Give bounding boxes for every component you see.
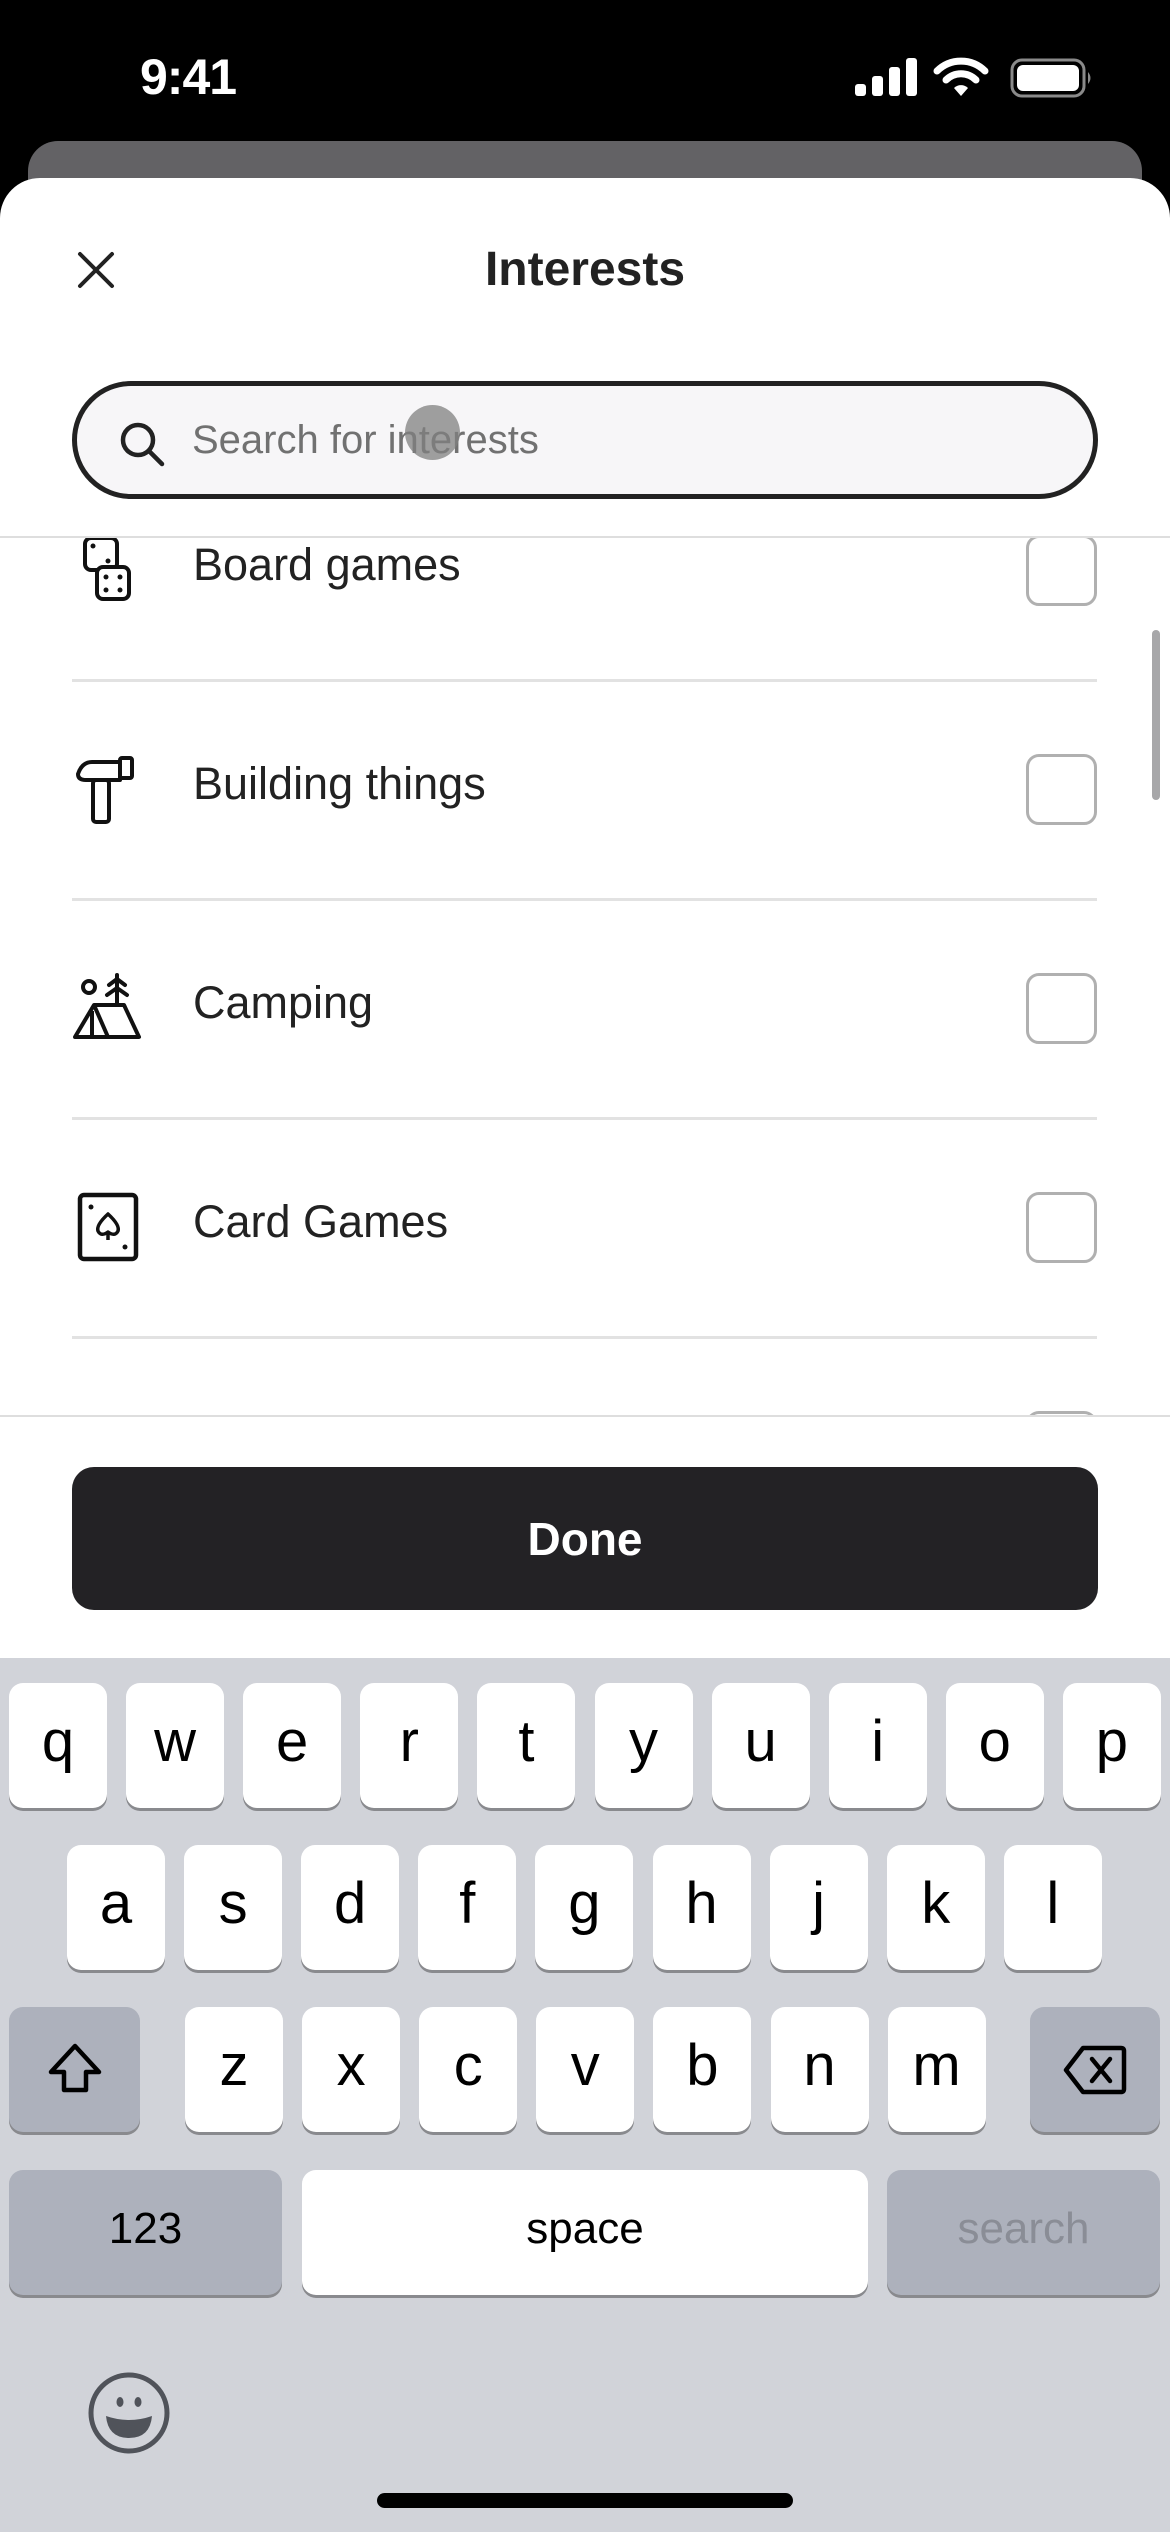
key-label: v (570, 2032, 600, 2098)
key-y[interactable]: y (594, 1683, 693, 1808)
done-button[interactable]: Done (72, 1467, 1098, 1610)
dice-icon (83, 538, 131, 601)
list-item[interactable]: Camping (0, 899, 1170, 1120)
key-x[interactable]: x (302, 2007, 401, 2132)
checkbox-card-games[interactable] (1026, 1192, 1097, 1263)
backspace-icon (1063, 2045, 1127, 2094)
key-j[interactable]: j (769, 1845, 868, 1970)
key-l[interactable]: l (1003, 1845, 1102, 1970)
key-p[interactable]: p (1062, 1683, 1161, 1808)
space-key[interactable]: space (302, 2170, 868, 2295)
key-label: e (276, 1708, 309, 1774)
key-label: u (744, 1708, 777, 1774)
key-label: c (453, 2032, 483, 2098)
key-d[interactable]: d (301, 1845, 400, 1970)
key-u[interactable]: u (711, 1683, 810, 1808)
key-f[interactable]: f (418, 1845, 517, 1970)
key-label: f (459, 1870, 476, 1936)
key-label: l (1046, 1870, 1060, 1936)
key-t[interactable]: t (477, 1683, 576, 1808)
list-item[interactable]: Building things (0, 680, 1170, 901)
key-label: o (978, 1708, 1011, 1774)
key-label: space (526, 2203, 644, 2253)
checkbox-camping[interactable] (1026, 973, 1097, 1044)
search-input[interactable] (192, 405, 1072, 475)
key-label: i (871, 1708, 885, 1774)
key-label: b (686, 2032, 719, 2098)
key-label: j (812, 1870, 826, 1936)
key-label: k (921, 1870, 951, 1936)
hammer-icon (76, 756, 134, 824)
key-label: w (154, 1708, 197, 1774)
key-label: z (219, 2032, 249, 2098)
page-title: Interests (484, 243, 686, 296)
item-label: Camping (193, 977, 374, 1028)
key-label: r (399, 1708, 419, 1774)
checkbox-board-games[interactable] (1026, 538, 1097, 606)
home-indicator (377, 2493, 793, 2508)
key-a[interactable]: a (67, 1845, 165, 1970)
item-label: Board games (193, 539, 461, 590)
scrollbar[interactable] (1152, 630, 1160, 800)
key-h[interactable]: h (652, 1845, 751, 1970)
key-label: h (685, 1870, 718, 1936)
list-item[interactable]: Board games (0, 538, 1170, 682)
key-r[interactable]: r (360, 1683, 459, 1808)
wifi-icon (933, 57, 989, 96)
key-label: search (957, 2203, 1090, 2253)
status-time: 9:41 (140, 49, 237, 105)
key-label: y (629, 1708, 658, 1774)
backspace-key[interactable] (1030, 2007, 1160, 2132)
key-q[interactable]: q (9, 1683, 107, 1808)
key-label: n (803, 2032, 836, 2098)
key-label: a (99, 1870, 133, 1936)
key-m[interactable]: m (887, 2007, 986, 2132)
search-icon (120, 422, 165, 467)
emoji-icon (88, 2372, 170, 2454)
key-w[interactable]: w (126, 1683, 225, 1808)
key-label: 123 (108, 2203, 183, 2253)
key-g[interactable]: g (535, 1845, 634, 1970)
key-b[interactable]: b (653, 2007, 752, 2132)
footer-divider (0, 1415, 1170, 1417)
tent-icon (73, 973, 141, 1039)
key-z[interactable]: z (185, 2007, 283, 2132)
playing-card-icon (77, 1192, 139, 1262)
search-key[interactable]: search (887, 2170, 1160, 2295)
key-label: m (912, 2032, 961, 2098)
list-item[interactable] (0, 1337, 1170, 1416)
shift-key[interactable] (9, 2007, 140, 2132)
key-label: p (1095, 1708, 1129, 1774)
key-label: d (334, 1870, 367, 1936)
key-label: x (336, 2032, 366, 2098)
key-label: q (41, 1708, 75, 1774)
emoji-key[interactable] (84, 2368, 174, 2458)
item-label: Building things (193, 758, 486, 809)
checkbox-building-things[interactable] (1026, 754, 1097, 825)
key-s[interactable]: s (184, 1845, 283, 1970)
key-label: g (568, 1870, 601, 1936)
key-label: t (518, 1708, 535, 1774)
key-v[interactable]: v (536, 2007, 635, 2132)
key-c[interactable]: c (419, 2007, 518, 2132)
key-e[interactable]: e (243, 1683, 342, 1808)
item-label: Card Games (193, 1196, 449, 1247)
battery-icon (1010, 58, 1091, 98)
interests-list: Board games Building things Camping Card… (0, 538, 1170, 1416)
cellular-signal-icon (855, 58, 917, 96)
key-n[interactable]: n (770, 2007, 869, 2132)
key-label: s (218, 1870, 248, 1936)
shift-icon (48, 2043, 101, 2092)
key-o[interactable]: o (945, 1683, 1044, 1808)
numbers-key[interactable]: 123 (9, 2170, 282, 2295)
key-k[interactable]: k (886, 1845, 985, 1970)
list-item[interactable]: Card Games (0, 1118, 1170, 1339)
key-i[interactable]: i (828, 1683, 927, 1808)
